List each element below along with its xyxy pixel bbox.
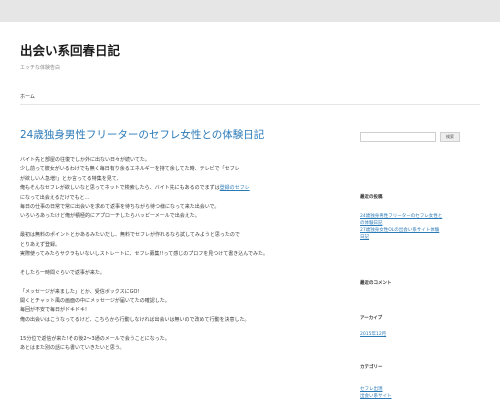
post-text: が欲しい人急増!」とか言ってる特集を見て、 [20,175,122,182]
sidebar: 検索 最近の投稿 24歳独身男性フリーターのセフレ女性と の体験日記 27歳独身… [360,132,485,399]
post-text-line: になって出会えるだけでもと… [20,194,348,203]
post-text-line: 毎回が不安で毎日がドキドキ! [20,306,348,315]
archives-title: アーカイブ [360,316,383,321]
post-text: そしたら一時間ぐらいで返事が来た。 [20,269,105,276]
post-text: 最初は無料のポイントとかあるみたいだし、無料でセフレが作れるなら試してみようと思… [20,232,240,239]
post-text: になって出会えるだけでもと… [20,194,90,201]
site-description: エッチな体験告白 [20,65,61,71]
search-form: 検索 [360,132,485,142]
search-input[interactable] [360,132,436,142]
post-text-line: 毎日の仕事の日常で常に出会いを求めて返事を待ちながら待つ様になって来た出会いで。 [20,203,348,212]
post-text: 俺の出会いはこうなってるけど、こちらから行動しなければ出会いは無いので改めて行動… [20,316,250,323]
categories-title: カテゴリー [360,365,383,370]
post-text: 15分位で返信が来た!その後2～3通のメールで会うことになった。 [20,335,170,342]
post-text: 俺もそんなセフレが欲しいなと思ってネットで検索したら、バイト先にもあるのでまずは [20,185,220,192]
post-text-line: そしたら一時間ぐらいで返事が来た。 [20,269,348,278]
post-text: 毎日の仕事の日常で常に出会いを求めて返事を待ちながら待つ様になって来た出会いで。 [20,204,220,211]
nav-home-link[interactable]: ホーム [20,93,35,100]
page-container: 出会い系回春日記 エッチな体験告白 ホーム 24歳独身男性フリーターのセフレ女性… [0,22,500,417]
recent-posts-list: 24歳独身男性フリーターのセフレ女性と の体験日記 27歳独身女性OLの出会い系… [360,213,442,241]
post-text-line: バイト先と部屋の往復でしか外に出ない日々が続いてた。 [20,156,348,165]
post-text-line: 実際使ってみたらサクラもいないしストレートに、セフレ募集!!って感じのプロフを見… [20,250,348,259]
recent-comments-title: 最近のコメント [360,281,392,286]
post-text: いろいろあったけど俺が積極的にアプローチしたらハッピーメールで出会えた。 [20,213,200,220]
site-title[interactable]: 出会い系回春日記 [20,40,120,59]
post-text: バイト先と部屋の往復でしか外に出ない日々が続いてた。 [20,157,150,163]
main-content: 24歳独身男性フリーターのセフレ女性との体験日記 バイト先と部屋の往復でしか外に… [20,122,348,353]
recent-post-link[interactable]: の体験日記 [360,220,442,227]
post-body: バイト先と部屋の往復でしか外に出ない日々が続いてた。少し前って彼女がいるわけでも… [20,156,348,353]
post-text-line: 俺の出会いはこうなってるけど、こちらから行動しなければ出会いは無いので改めて行動… [20,316,348,325]
category-link[interactable]: 出会い系サイト [360,393,392,400]
post-text-line: 俺もそんなセフレが欲しいなと思ってネットで検索したら、バイト先にもあるのでまずは… [20,184,348,193]
post-text: とりあえず登録。 [20,241,61,248]
post-text-line: あとはまた別の話にも書いていきたいと思う。 [20,344,348,353]
recent-post-link[interactable]: 日記 [360,234,442,241]
archive-link[interactable]: 2015年12月 [360,331,386,338]
post-text: 「メッセージが来ました」とか、受信ボックスにGO! [20,288,140,295]
post-text-line: 15分位で返信が来た!その後2～3通のメールで会うことになった。 [20,335,348,344]
post-text: 実際使ってみたらサクラもいないしストレートに、セフレ募集!!って感じのプロフを見… [20,251,269,258]
post-text-line: 開くとチャット風の画面の中にメッセージが届いてたの確認した。 [20,297,348,306]
categories-list: セフレ出現 出会い系サイト [360,386,392,400]
post-text-line: とりあえず登録。 [20,241,348,250]
recent-posts-title: 最近の投稿 [360,195,383,200]
post-text-line: 「メッセージが来ました」とか、受信ボックスにGO! [20,288,348,297]
post-text-line: が欲しい人急増!」とか言ってる特集を見て、 [20,175,348,184]
post-text-line: 最初は無料のポイントとかあるみたいだし、無料でセフレが作れるなら試してみようと思… [20,231,348,240]
post-text: 毎回が不安で毎日がドキドキ! [20,307,88,314]
post-title[interactable]: 24歳独身男性フリーターのセフレ女性との体験日記 [20,128,348,142]
category-link[interactable]: セフレ出現 [360,386,392,393]
post-text-line: 少し前って彼女がいるわけでも無く毎日有り余るエネルギーを持て余してた時、テレビで… [20,165,348,174]
post-text: 少し前って彼女がいるわけでも無く毎日有り余るエネルギーを持て余してた時、テレビで… [20,166,240,173]
search-button[interactable]: 検索 [440,132,460,142]
nav-divider [20,104,480,105]
post-text: あとはまた別の話にも書いていきたいと思う。 [20,345,125,352]
post-text: 開くとチャット風の画面の中にメッセージが届いてたの確認した。 [20,298,170,305]
recent-post-link[interactable]: 24歳独身男性フリーターのセフレ女性と [360,213,442,220]
post-text-line: いろいろあったけど俺が積極的にアプローチしたらハッピーメールで出会えた。 [20,212,348,221]
post-inline-link[interactable]: 登録のセフレ [220,185,250,191]
recent-post-link[interactable]: 27歳独身女性OLの出会い系サイト体験 [360,227,442,234]
